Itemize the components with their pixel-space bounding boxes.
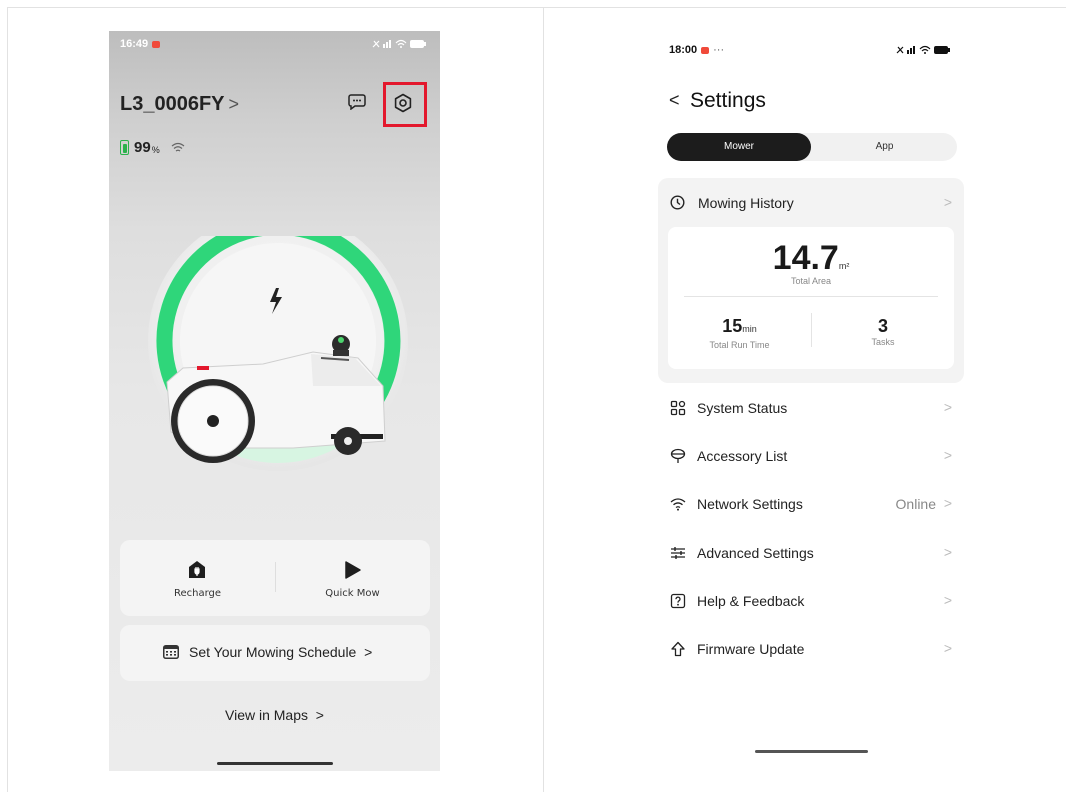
- home-screen: 16:49 L3_0006FY > 99 % Recharge Quick Mo…: [109, 31, 440, 771]
- battery-icon: [120, 140, 129, 155]
- clock-icon: [670, 195, 685, 210]
- quick-mow-button[interactable]: Quick Mow: [275, 540, 430, 616]
- status-bar: 16:49: [109, 31, 440, 57]
- menu-item-advanced-settings[interactable]: Advanced Settings >: [658, 533, 964, 573]
- chevron-right-icon: >: [943, 194, 952, 210]
- wifi-icon: [171, 142, 185, 151]
- menu-item-system-status[interactable]: System Status >: [658, 388, 964, 428]
- menu-label: Network Settings: [697, 496, 803, 512]
- recharge-button[interactable]: Recharge: [120, 540, 275, 616]
- signal-wifi-battery-icon: [372, 39, 426, 48]
- screens-divider: [543, 7, 544, 792]
- accessory-icon: [670, 448, 686, 463]
- signal-wifi-battery-icon: [896, 45, 950, 54]
- recording-icon: [701, 46, 710, 54]
- chevron-right-icon: >: [228, 94, 240, 114]
- system-icons: [896, 44, 952, 57]
- total-area-label: Total Area: [790, 276, 832, 286]
- menu-label: System Status: [697, 400, 788, 416]
- system-icons: [372, 38, 428, 51]
- mowing-history-card[interactable]: Mowing History > 14.7m² Total Area 15min…: [658, 178, 964, 383]
- mowing-stats-panel: 14.7m² Total Area 15min Total Run Time 3…: [668, 227, 954, 369]
- battery-status: 99 %: [120, 139, 185, 156]
- play-icon: [345, 561, 361, 579]
- chevron-right-icon: >: [943, 399, 952, 415]
- chevron-right-icon: >: [364, 644, 373, 660]
- chevron-right-icon: >: [943, 447, 952, 463]
- upload-arrow-icon: [671, 641, 685, 657]
- tab-mower[interactable]: Mower: [667, 133, 811, 161]
- battery-unit: %: [151, 144, 160, 155]
- recharge-label: Recharge: [173, 588, 222, 599]
- stats-divider: [684, 296, 938, 297]
- page-title: Settings: [690, 89, 766, 112]
- settings-screen: 18:00 ··· < Settings Mower App Mowing His…: [658, 31, 968, 771]
- back-icon[interactable]: <: [669, 90, 680, 111]
- menu-item-help-feedback[interactable]: Help & Feedback >: [658, 581, 964, 621]
- quick-mow-label: Quick Mow: [325, 588, 380, 599]
- chevron-right-icon: >: [943, 495, 952, 511]
- wifi-icon: [670, 498, 686, 511]
- chevron-right-icon: >: [315, 707, 324, 723]
- menu-item-network-settings[interactable]: Network Settings Online >: [658, 484, 964, 524]
- sliders-icon: [671, 547, 685, 559]
- chevron-right-icon: >: [943, 592, 952, 608]
- chevron-right-icon: >: [943, 640, 952, 656]
- menu-label: Accessory List: [697, 448, 788, 464]
- mowing-history-label: Mowing History: [698, 195, 794, 211]
- home-indicator: [217, 762, 333, 765]
- device-name-link[interactable]: L3_0006FY >: [120, 93, 239, 116]
- grid-icon: [670, 400, 686, 416]
- mowing-schedule-button[interactable]: Set Your Mowing Schedule >: [120, 625, 430, 681]
- tasks-label: Tasks: [871, 337, 895, 347]
- tasks-value: 3: [877, 316, 888, 336]
- network-status-value: Online: [895, 496, 936, 512]
- menu-label: Advanced Settings: [697, 545, 814, 561]
- help-icon: [670, 593, 686, 609]
- view-in-maps-link[interactable]: View in Maps >: [109, 707, 440, 723]
- chevron-right-icon: >: [943, 544, 952, 560]
- menu-label: Firmware Update: [697, 641, 805, 657]
- calendar-icon: [163, 645, 179, 659]
- battery-percent: 99: [134, 139, 151, 156]
- menu-label: Help & Feedback: [697, 593, 805, 609]
- recharge-home-icon: [189, 561, 205, 578]
- message-icon[interactable]: [348, 94, 366, 110]
- quick-actions-card: Recharge Quick Mow: [120, 540, 430, 616]
- settings-gear-icon[interactable]: [393, 93, 413, 113]
- menu-item-firmware-update[interactable]: Firmware Update >: [658, 629, 964, 669]
- status-time: 16:49: [120, 38, 161, 50]
- menu-item-accessory-list[interactable]: Accessory List >: [658, 436, 964, 476]
- home-indicator: [755, 750, 868, 753]
- total-area-value: 14.7m²: [772, 239, 850, 277]
- recording-icon: [152, 40, 161, 48]
- status-time: 18:00 ···: [669, 44, 725, 56]
- run-time-label: Total Run Time: [709, 340, 770, 350]
- mower-charging-illustration: [148, 236, 408, 471]
- run-time-value: 15min: [722, 316, 757, 336]
- mower-app-tabs: Mower App: [667, 133, 957, 161]
- tab-app[interactable]: App: [812, 133, 957, 161]
- schedule-label: Set Your Mowing Schedule >: [189, 644, 373, 660]
